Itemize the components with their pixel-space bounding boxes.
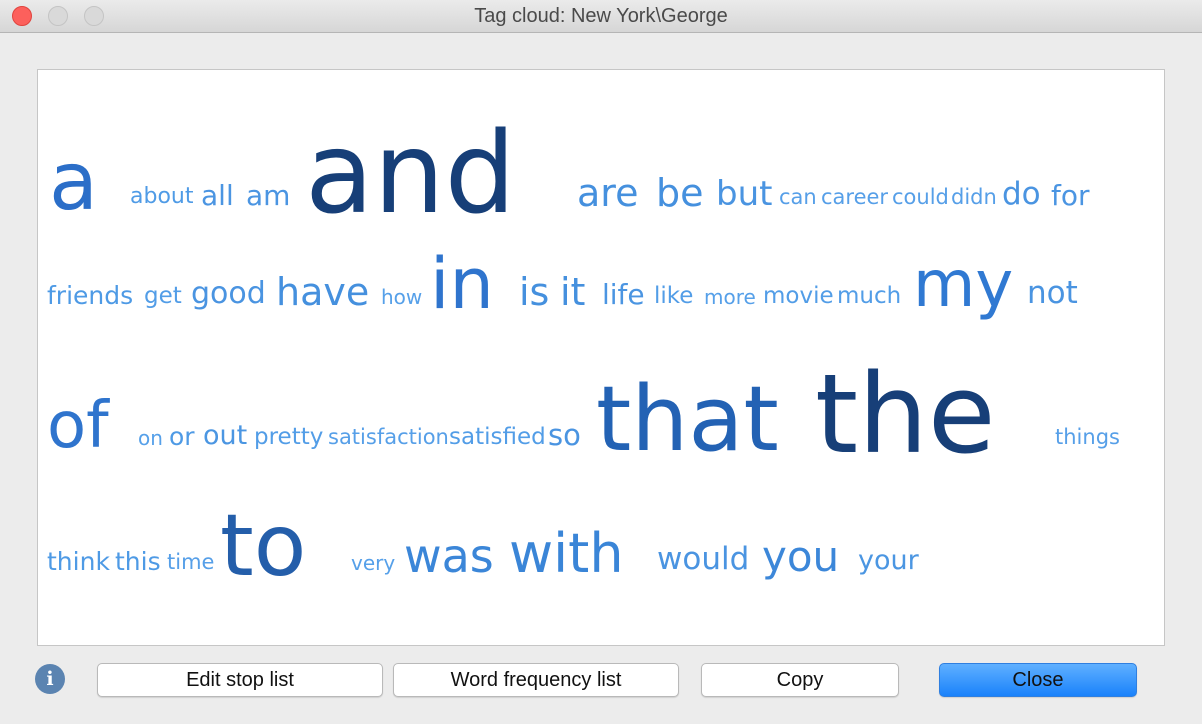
tag-word: out (203, 420, 248, 451)
tag-word: not (1027, 275, 1078, 311)
tag-word: so (548, 418, 581, 452)
edit-stop-list-button[interactable]: Edit stop list (97, 663, 383, 697)
tag-word: all (201, 179, 234, 212)
tag-word: more (704, 285, 756, 309)
tag-word: very (351, 551, 396, 575)
tag-word: would (657, 541, 750, 577)
tag-word: satisfaction (328, 425, 449, 449)
tag-word: in (430, 243, 494, 325)
tag-word: time (167, 550, 215, 574)
tag-word: or (169, 422, 195, 451)
copy-button[interactable]: Copy (701, 663, 899, 697)
tag-cloud-panel: a about all am and are be but can career could didn… (37, 69, 1165, 646)
tag-word: like (654, 283, 694, 309)
tag-word: your (858, 545, 919, 576)
tag-word: get (144, 283, 182, 309)
tag-word: of (47, 389, 109, 463)
tag-word: much (837, 283, 902, 309)
tag-word: on (138, 426, 163, 450)
tag-word: the (815, 350, 996, 478)
tag-word: could (892, 185, 949, 209)
tag-word: about (130, 184, 194, 209)
title-bar: Tag cloud: New York\George (0, 0, 1202, 33)
tag-word: a (49, 135, 99, 228)
tag-word: it (560, 270, 586, 314)
tag-word: you (762, 532, 840, 581)
tag-word: with (509, 522, 624, 585)
tag-word: to (220, 496, 307, 596)
tag-word: that (596, 367, 779, 472)
tag-word: think (47, 547, 110, 576)
tag-word: is (519, 270, 550, 314)
info-icon[interactable]: i (35, 664, 65, 694)
tag-word: was (404, 529, 494, 583)
tag-word: good (191, 276, 266, 311)
tag-word: but (716, 174, 773, 214)
tag-word: satisfied (449, 424, 546, 450)
tag-word: friends (47, 281, 134, 310)
tag-word: career (821, 185, 889, 209)
tag-word: things (1055, 425, 1120, 449)
close-button[interactable]: Close (939, 663, 1137, 697)
tag-word: pretty (254, 424, 324, 450)
tag-word: my (913, 248, 1014, 322)
tag-word: do (1002, 176, 1041, 212)
tag-word: have (276, 270, 370, 314)
tag-word: are (577, 171, 639, 215)
tag-word: and (305, 109, 516, 239)
tag-word: this (115, 547, 161, 576)
tag-word: for (1051, 179, 1090, 212)
tag-word: how (381, 285, 423, 309)
tag-word: be (656, 171, 704, 215)
tag-word: am (246, 179, 291, 212)
word-frequency-list-button[interactable]: Word frequency list (393, 663, 679, 697)
tag-word: can (779, 185, 817, 209)
tag-word: life (602, 278, 645, 311)
window-title: Tag cloud: New York\George (474, 5, 728, 27)
tag-word: movie (763, 283, 834, 309)
tag-word: didn (951, 185, 997, 209)
